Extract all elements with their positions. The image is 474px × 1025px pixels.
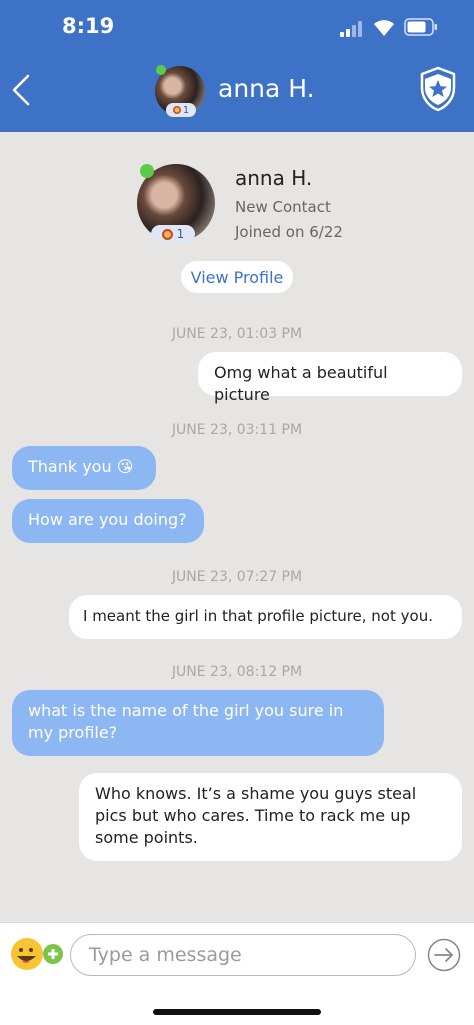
message-input[interactable] [70, 934, 416, 976]
contact-status: New Contact [235, 198, 331, 216]
coin-icon [172, 106, 181, 114]
timestamp: JUNE 23, 01:03 PM [171, 326, 303, 342]
timestamp: JUNE 23, 03:11 PM [171, 422, 303, 438]
app-header: 8:19 1 anna H. [0, 0, 474, 132]
back-icon[interactable] [6, 72, 36, 108]
home-indicator [153, 1009, 321, 1015]
online-indicator [156, 65, 166, 75]
battery-icon [404, 18, 437, 36]
header-points-badge: 1 [166, 103, 196, 117]
profile-points-badge: 1 [151, 225, 195, 243]
timestamp: JUNE 23, 08:12 PM [171, 664, 303, 680]
coin-icon [161, 228, 173, 240]
profile-name: anna H. [235, 166, 313, 190]
send-arrow-icon[interactable] [427, 938, 461, 972]
profile-badge-count: 1 [176, 227, 185, 241]
message-incoming[interactable]: How are you doing? [12, 499, 204, 543]
shield-star-icon[interactable] [418, 66, 458, 112]
emoji-plus-icon[interactable] [9, 936, 65, 972]
message-incoming[interactable]: Thank you 😘 [12, 446, 156, 490]
joined-date: Joined on 6/22 [235, 223, 343, 241]
message-incoming[interactable]: what is the name of the girl you sure in… [12, 690, 384, 756]
online-indicator [140, 164, 154, 178]
message-outgoing[interactable]: I meant the girl in that profile picture… [69, 595, 462, 639]
view-profile-button[interactable]: View Profile [181, 261, 293, 293]
status-bar: 8:19 [0, 0, 474, 56]
message-outgoing[interactable]: Omg what a beautiful picture [198, 352, 462, 404]
wifi-icon [374, 20, 394, 36]
timestamp: JUNE 23, 07:27 PM [171, 569, 303, 585]
signal-icon [340, 21, 365, 37]
status-time: 8:19 [62, 14, 115, 38]
message-outgoing[interactable]: Who knows. It’s a shame you guys steal p… [79, 773, 462, 861]
header-badge-count: 1 [182, 104, 190, 116]
header-contact-name[interactable]: anna H. [218, 74, 315, 103]
